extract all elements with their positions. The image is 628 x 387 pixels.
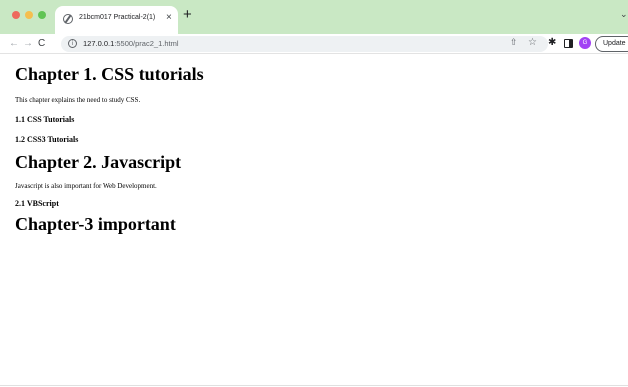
chapter-2-heading: Chapter 2. Javascript: [15, 152, 182, 172]
forward-button[interactable]: →: [23, 37, 33, 50]
chapter-3-heading: Chapter-3 important: [15, 214, 176, 234]
active-tab[interactable]: 21bcm017 Practical-2(1) ×: [55, 6, 178, 34]
bookmark-star-icon[interactable]: ☆: [528, 37, 537, 48]
tab-search-chevron-icon[interactable]: ⌄: [620, 9, 628, 20]
tab-title: 21bcm017 Practical-2(1): [79, 14, 156, 21]
url-text[interactable]: 127.0.0.1:5500/prac2_1.html: [83, 39, 179, 48]
section-1-1-heading: 1.1 CSS Tutorials: [15, 115, 75, 124]
url-host: 127.0.0.1: [83, 39, 115, 48]
address-bar[interactable]: i 127.0.0.1:5500/prac2_1.html ⇧ ☆: [61, 36, 548, 52]
minimize-window-button[interactable]: [25, 11, 33, 19]
favicon-icon: [63, 14, 73, 24]
profile-avatar[interactable]: G: [579, 37, 591, 49]
reload-button[interactable]: C: [38, 37, 45, 50]
share-icon[interactable]: ⇧: [510, 38, 518, 48]
tab-close-icon[interactable]: ×: [166, 12, 172, 24]
tab-strip: 21bcm017 Practical-2(1) × + ⌄: [0, 0, 628, 34]
bottom-divider: [0, 385, 628, 386]
chapter-1-paragraph: This chapter explains the need to study …: [15, 96, 141, 104]
page-content: Chapter 1. CSS tutorials This chapter ex…: [15, 54, 615, 235]
browser-toolbar: ← → C i 127.0.0.1:5500/prac2_1.html ⇧ ☆ …: [0, 34, 628, 54]
close-window-button[interactable]: [12, 11, 20, 19]
section-2-1-heading: 2.1 VBScript: [15, 199, 59, 208]
side-panel-icon[interactable]: [564, 39, 573, 48]
section-1-2-heading: 1.2 CSS3 Tutorials: [15, 135, 79, 144]
chapter-1-heading: Chapter 1. CSS tutorials: [15, 64, 204, 84]
back-button[interactable]: ←: [9, 37, 19, 50]
update-button[interactable]: Update: [595, 36, 628, 52]
site-info-icon[interactable]: i: [68, 39, 77, 48]
url-path: :5500/prac2_1.html: [114, 39, 179, 48]
maximize-window-button[interactable]: [38, 11, 46, 19]
chapter-2-paragraph: Javascript is also important for Web Dev…: [15, 182, 157, 190]
new-tab-button[interactable]: +: [183, 7, 192, 23]
extensions-puzzle-icon[interactable]: ✱: [548, 37, 556, 49]
